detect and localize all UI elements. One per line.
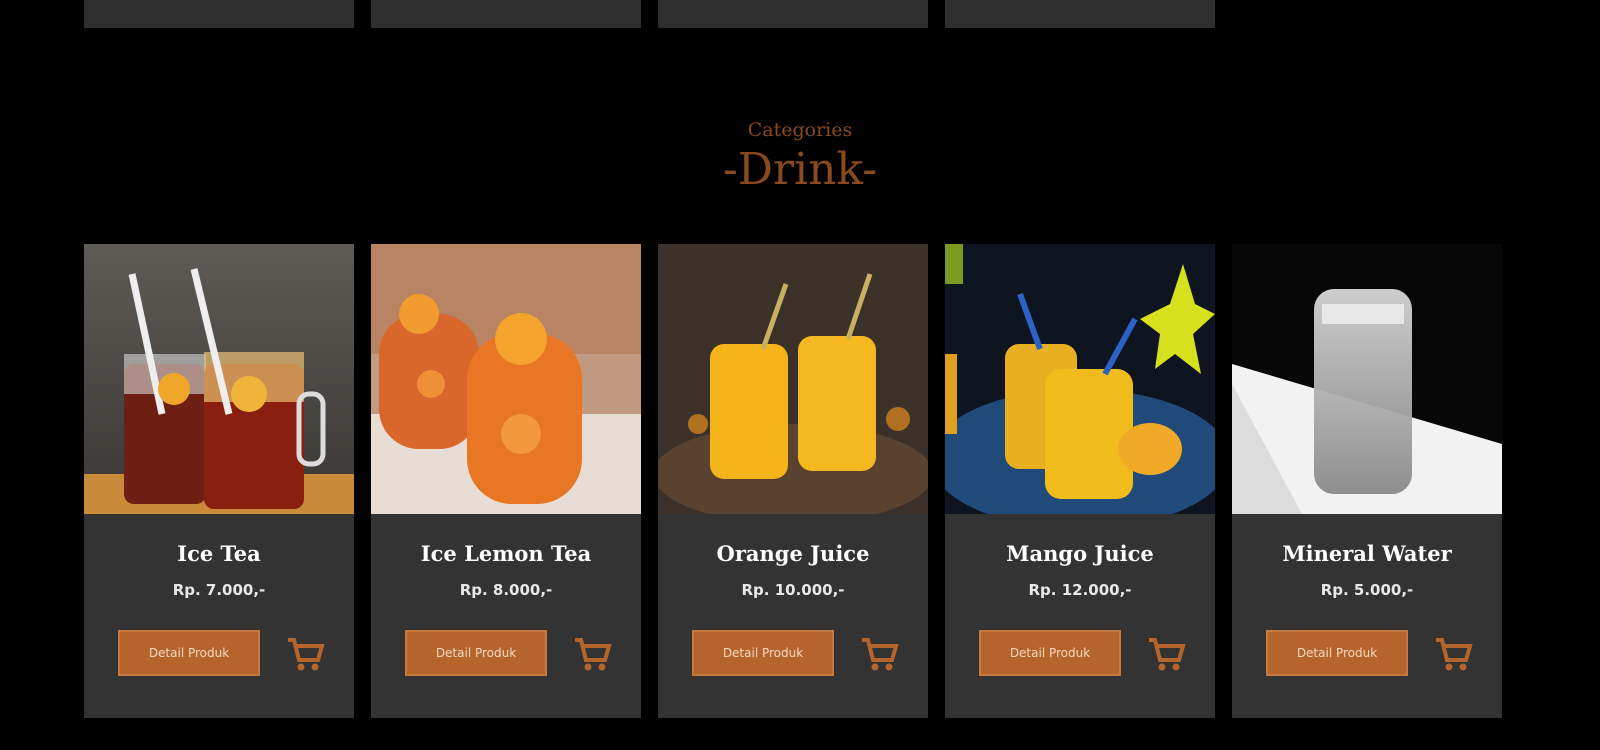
product-card: Mango Juice Rp. 12.000,- Detail Produk [945, 244, 1215, 718]
product-price: Rp. 12.000,- [1028, 581, 1132, 599]
cart-icon[interactable] [858, 632, 900, 674]
category-name: -Drink- [722, 144, 878, 195]
detail-product-button[interactable]: Detail Produk [118, 630, 260, 676]
product-name: Ice Lemon Tea [420, 541, 592, 566]
product-card: Ice Tea Rp. 7.000,- Detail Produk [84, 244, 354, 718]
detail-product-button[interactable]: Detail Produk [979, 630, 1121, 676]
category-label: Categories [747, 119, 853, 141]
cart-icon[interactable] [1432, 632, 1474, 674]
product-actions: Detail Produk [118, 630, 326, 676]
product-name: Orange Juice [716, 541, 870, 566]
product-actions: Detail Produk [405, 630, 613, 676]
product-name: Ice Tea [177, 541, 261, 566]
product-actions: Detail Produk [692, 630, 900, 676]
category-heading: Categories -Drink- [0, 118, 1600, 196]
product-name: Mineral Water [1282, 541, 1452, 566]
product-price: Rp. 5.000,- [1320, 581, 1414, 599]
cart-icon[interactable] [284, 632, 326, 674]
cart-icon[interactable] [571, 632, 613, 674]
product-image [658, 244, 928, 514]
product-actions: Detail Produk [1266, 630, 1474, 676]
previous-card-bottom [945, 0, 1215, 28]
product-price: Rp. 7.000,- [172, 581, 266, 599]
product-actions: Detail Produk [979, 630, 1187, 676]
product-card: Mineral Water Rp. 5.000,- Detail Produk [1232, 244, 1502, 718]
previous-card-bottom [371, 0, 641, 28]
previous-card-bottom [658, 0, 928, 28]
previous-card-bottom [84, 0, 354, 28]
product-image [1232, 244, 1502, 514]
detail-product-button[interactable]: Detail Produk [1266, 630, 1408, 676]
product-price: Rp. 10.000,- [741, 581, 845, 599]
product-grid: Ice Tea Rp. 7.000,- Detail Produk Ice Le… [84, 244, 1502, 718]
product-image [945, 244, 1215, 514]
product-image [84, 244, 354, 514]
previous-category-cards [84, 0, 1215, 28]
product-price: Rp. 8.000,- [459, 581, 553, 599]
detail-product-button[interactable]: Detail Produk [692, 630, 834, 676]
detail-product-button[interactable]: Detail Produk [405, 630, 547, 676]
product-card: Ice Lemon Tea Rp. 8.000,- Detail Produk [371, 244, 641, 718]
product-image [371, 244, 641, 514]
product-name: Mango Juice [1006, 541, 1154, 566]
product-card: Orange Juice Rp. 10.000,- Detail Produk [658, 244, 928, 718]
cart-icon[interactable] [1145, 632, 1187, 674]
menu-page: Categories -Drink- Ice Tea Rp. 7.000,- D… [0, 0, 1600, 750]
